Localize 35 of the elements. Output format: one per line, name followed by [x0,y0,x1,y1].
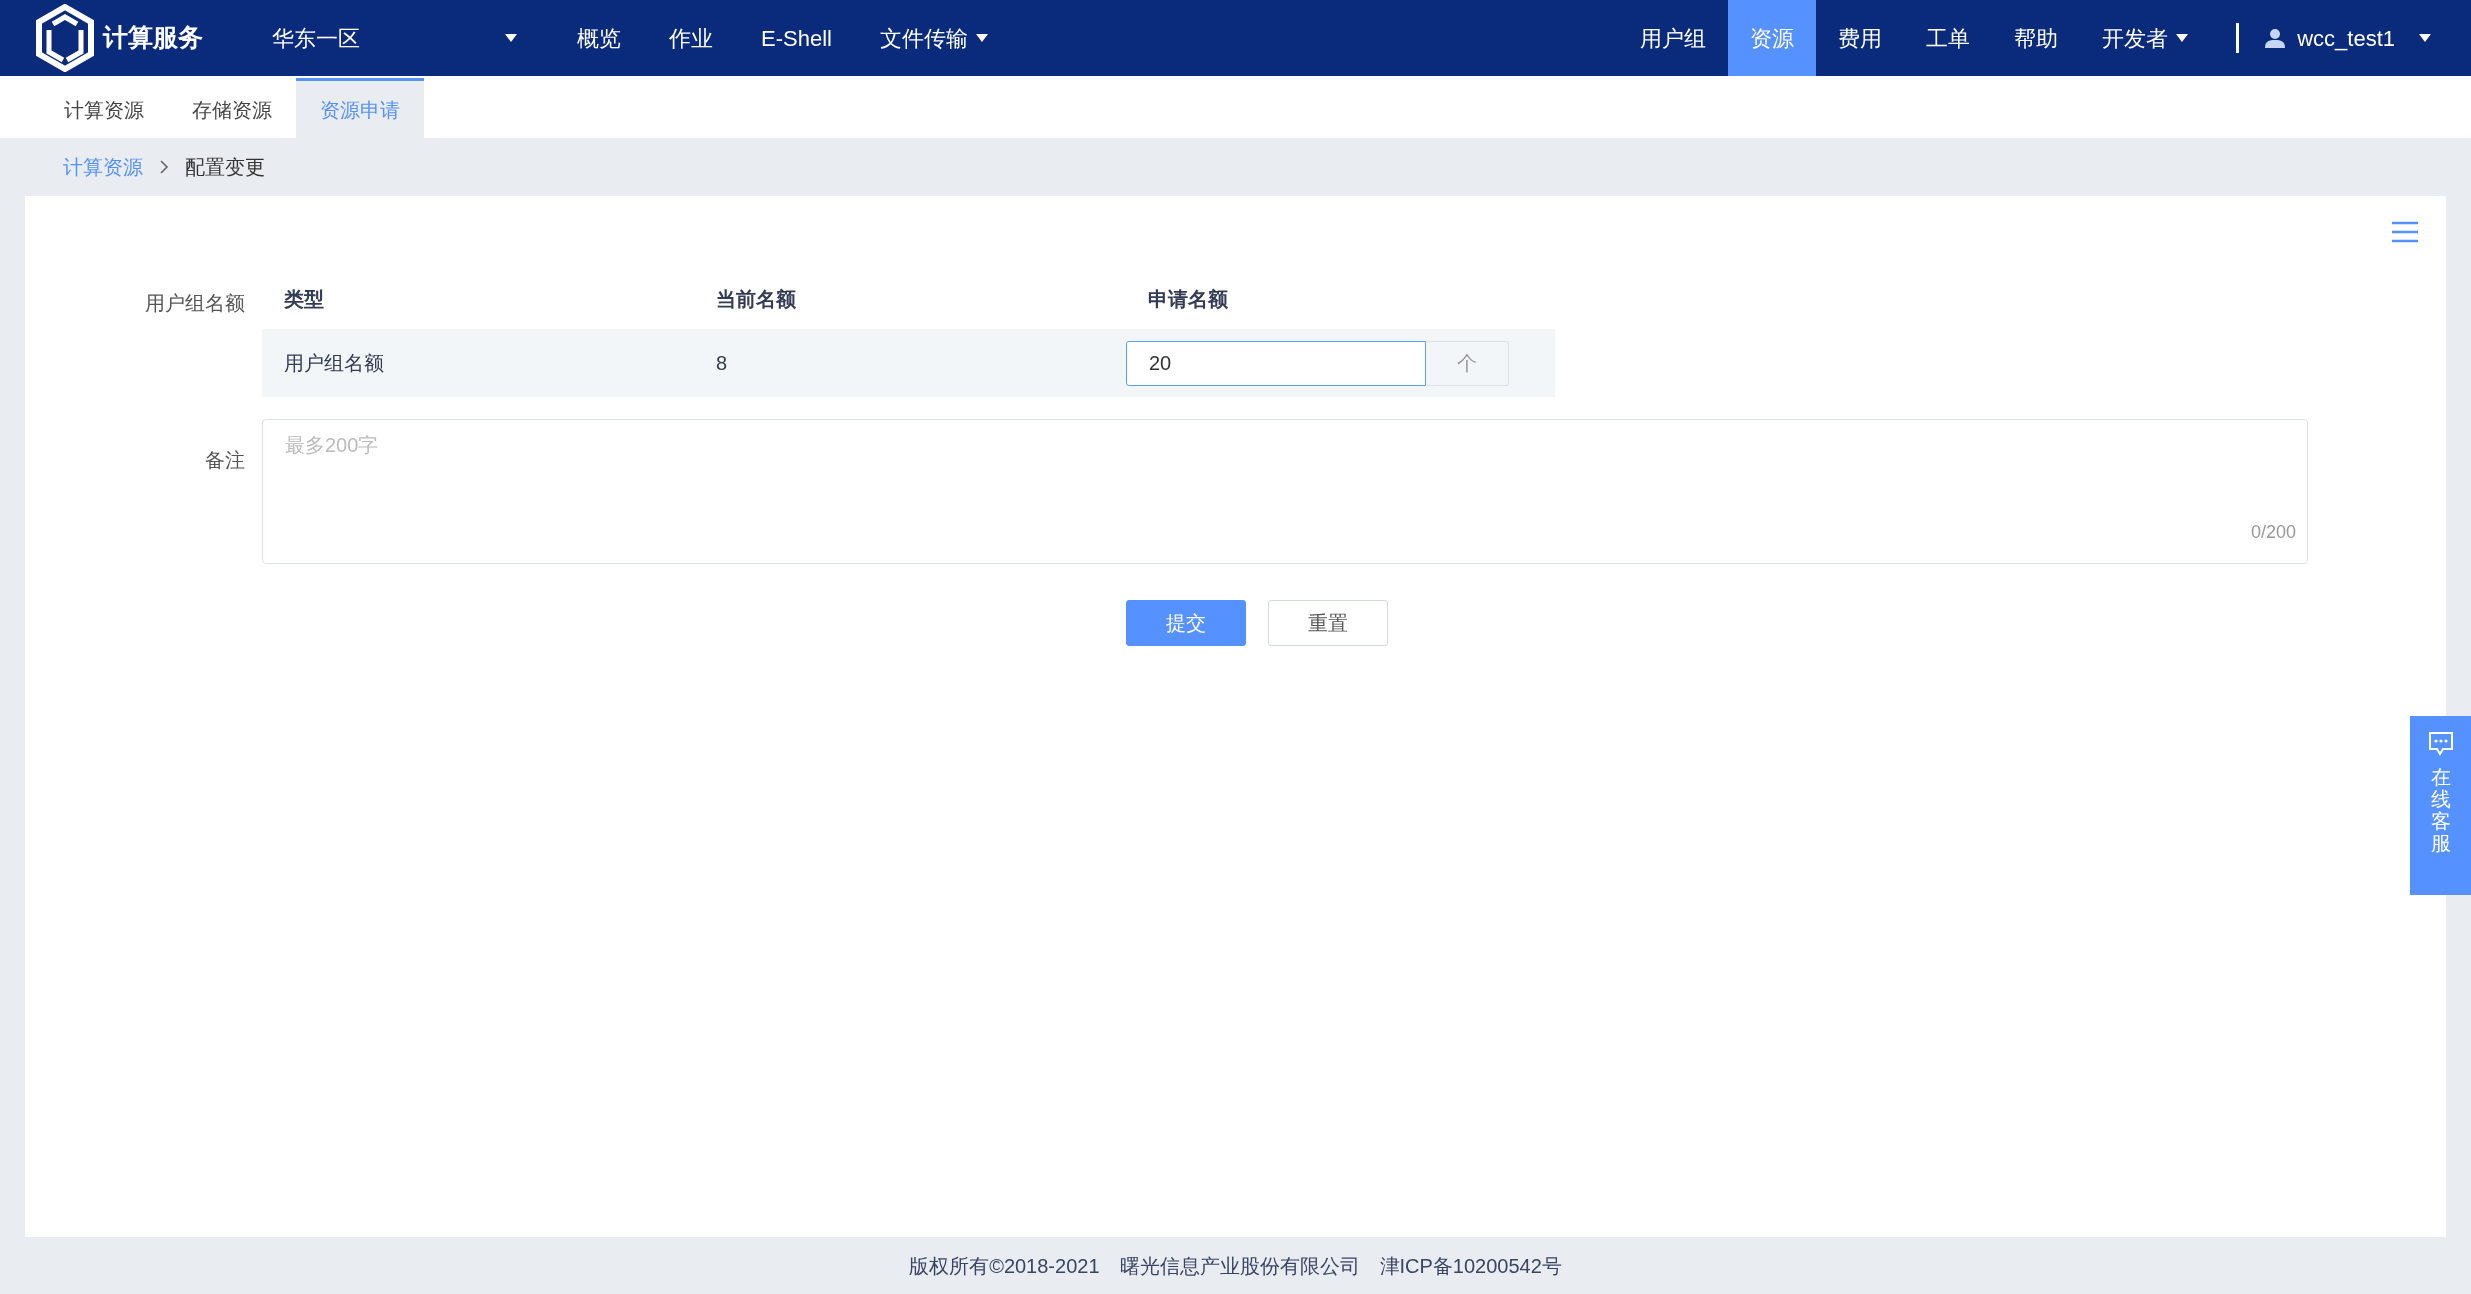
nav-link[interactable]: 开发者 [2080,0,2211,76]
nav-link[interactable]: 工单 [1904,0,1993,76]
caret-icon [2419,34,2431,42]
chat-bubble-icon [2426,730,2455,758]
char-counter: 0/200 [2250,521,2296,544]
column-header: 当前名额 [716,288,796,310]
user-menu[interactable]: wcc_test1 [2265,21,2431,55]
chevron-right-icon [159,159,169,175]
footer-text: 津ICP备10200542号 [1379,1253,1562,1279]
breadcrumb-current: 配置变更 [185,155,265,180]
caret-icon [505,34,517,42]
nav-link[interactable]: 作业 [669,21,713,55]
quota-input[interactable]: 20 [1126,340,1426,386]
user-icon [2265,28,2286,48]
column-header: 申请名额 [1148,288,1228,310]
nav-link[interactable]: 帮助 [1992,0,2081,76]
region-select[interactable]: 华东一区 [272,21,517,55]
brand-name: 计算服务 [103,22,203,54]
field-label: 备注 [205,449,245,471]
tab[interactable]: 存储资源 [168,78,296,138]
nav-link[interactable]: 用户组 [1618,0,1729,76]
table-cell: 用户组名额 [284,352,384,374]
table-cell: 8 [716,352,728,374]
reset-button[interactable]: 重置 [1267,600,1388,646]
nav-link[interactable]: E-Shell [761,21,832,55]
menu-icon[interactable] [2392,221,2418,243]
field-label: 用户组名额 [145,292,245,314]
footer-text: 版权所有©2018-2021 [909,1253,1100,1279]
footer-text: 曙光信息产业股份有限公司 [1119,1253,1360,1279]
cube-logo-icon [35,4,95,72]
nav-link[interactable]: 文件传输 [879,21,988,55]
tab[interactable]: 计算资源 [40,78,168,138]
nav-link[interactable]: 概览 [577,21,621,55]
column-header: 类型 [284,288,324,310]
nav-link[interactable]: 费用 [1816,0,1905,76]
